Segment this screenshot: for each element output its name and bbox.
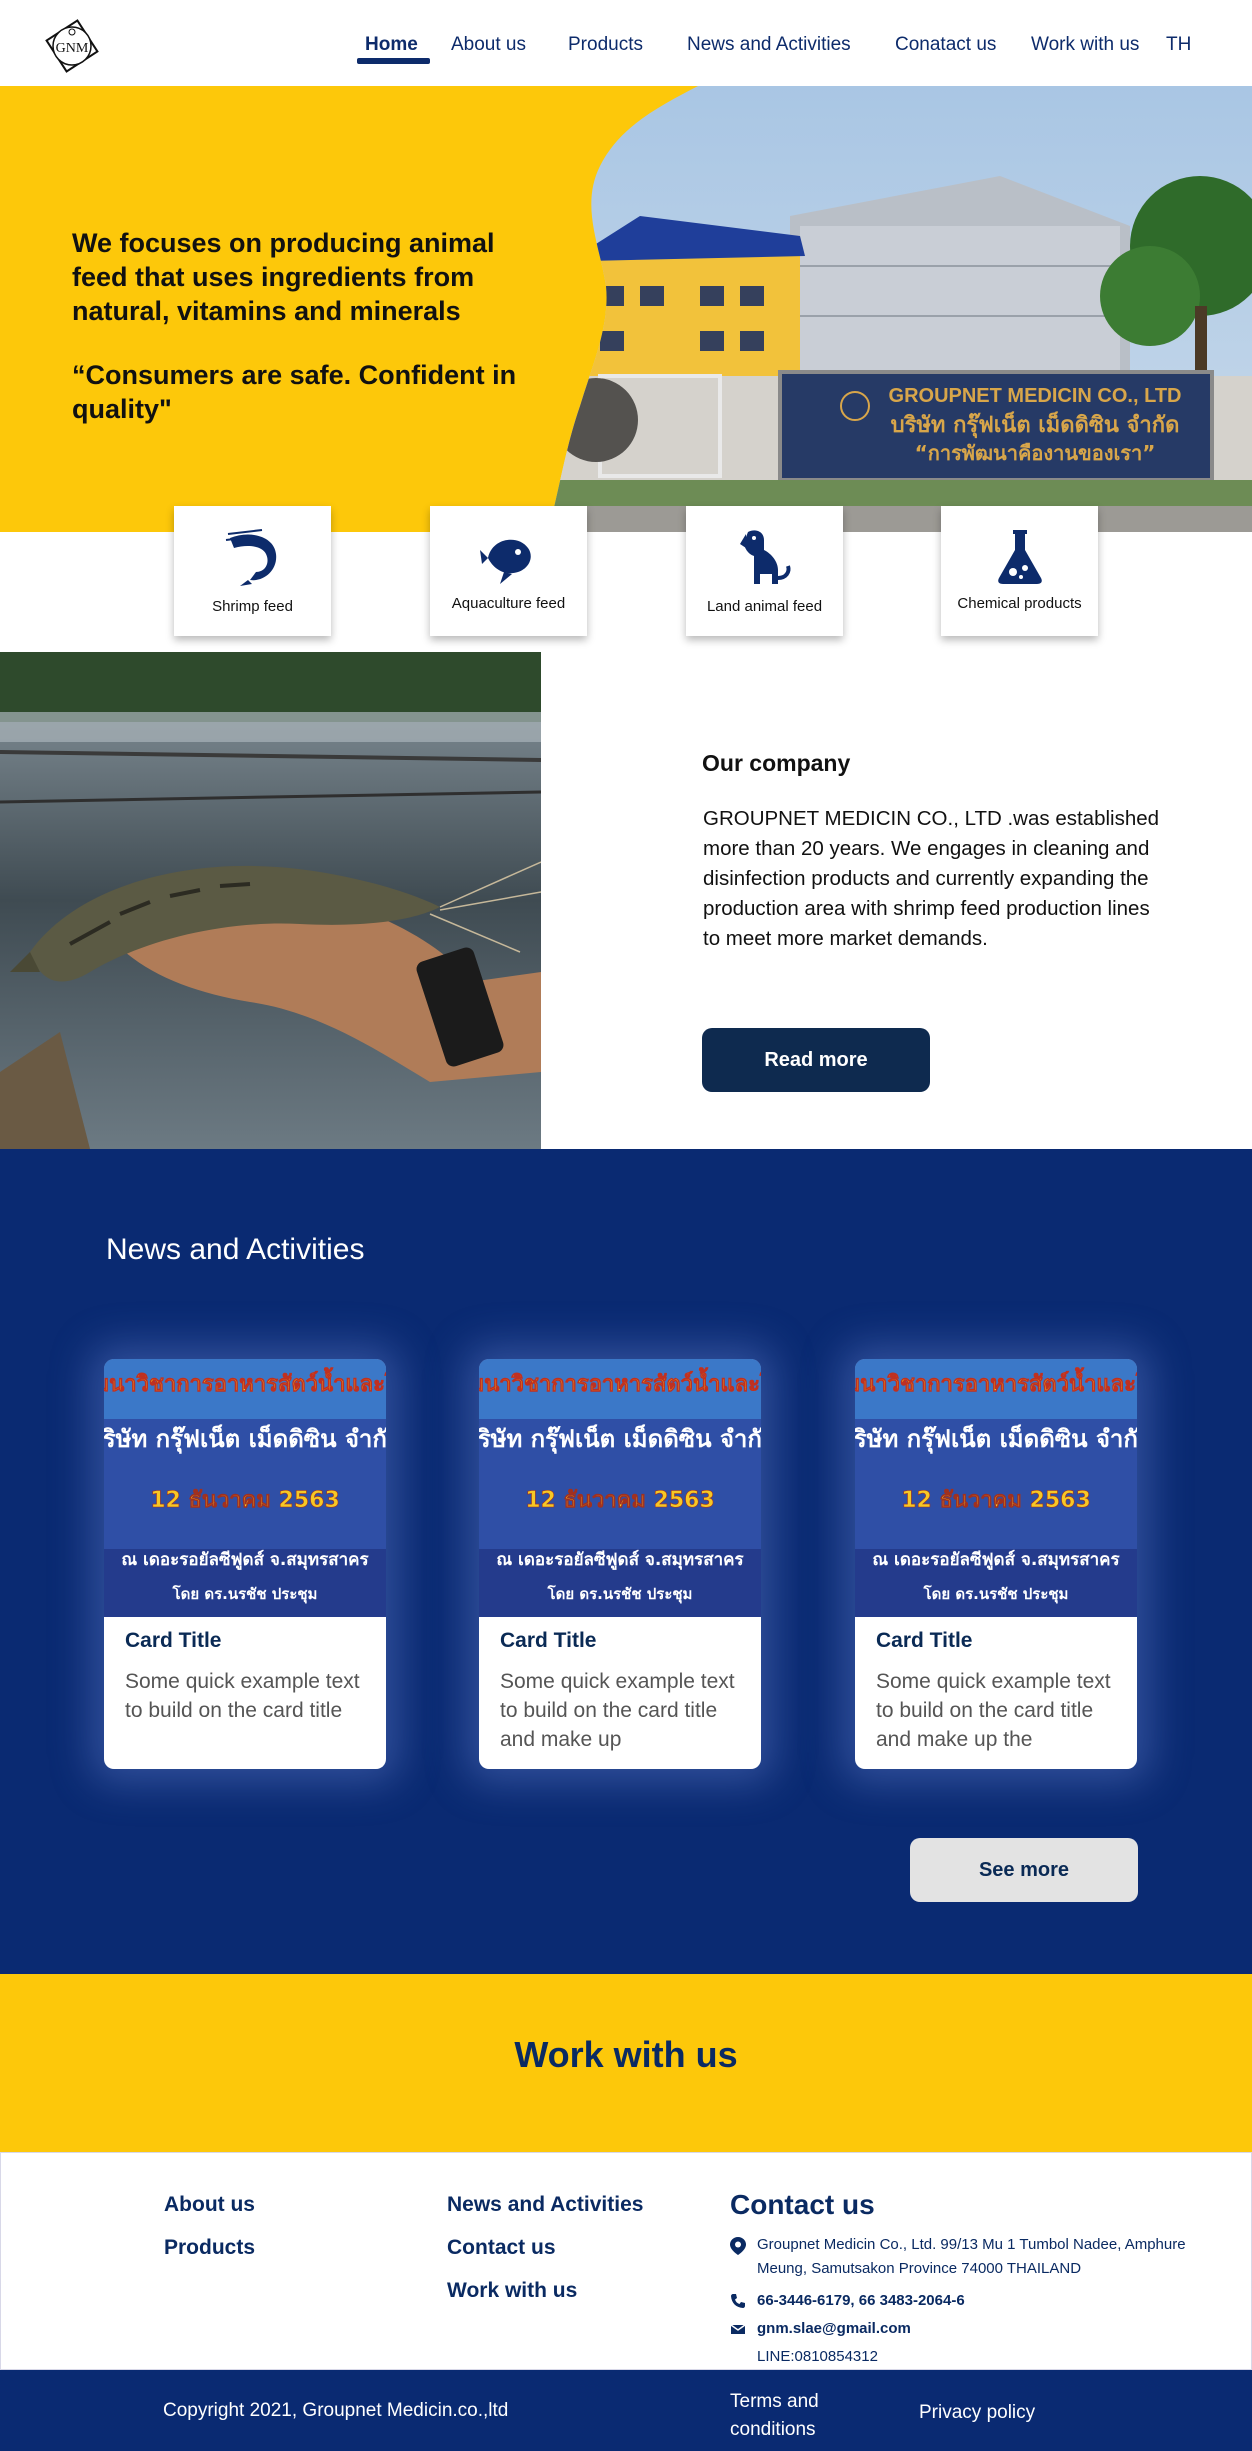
category-card-shrimp-feed[interactable]: Shrimp feed xyxy=(174,506,331,636)
line-id[interactable]: LINE:0810854312 xyxy=(757,2345,878,2369)
news-card[interactable]: สัมมนาวิชาการอาหารสัตว์น้ำและโรค บริษัท … xyxy=(855,1359,1137,1769)
news-title: News and Activities xyxy=(106,1233,365,1266)
location-pin-icon xyxy=(730,2237,746,2255)
banner-line-2: บริษัท กรุ๊ฟเน็ต เม็ดดิซิน จำกัด xyxy=(855,1424,1137,1455)
contact-email: gnm.slae@gmail.com xyxy=(730,2317,1230,2341)
banner-line-1: สัมมนาวิชาการอาหารสัตว์น้ำและโรค xyxy=(104,1367,386,1397)
card-text: Some quick example text to build on the … xyxy=(876,1670,1111,1751)
mail-icon xyxy=(730,2321,746,2337)
contact-title: Contact us xyxy=(730,2189,875,2220)
copyright-text: Copyright 2021, Groupnet Medicin.co.,ltd xyxy=(163,2400,509,2421)
news-card-image: สัมมนาวิชาการอาหารสัตว์น้ำและโรค บริษัท … xyxy=(104,1359,386,1617)
hero-quote: “Consumers are safe. Confident in qualit… xyxy=(72,360,517,424)
shrimp-hand-photo xyxy=(0,652,541,1149)
banner-line-4: ณ เดอะรอยัลซีฟูดส์ จ.สมุทรสาคร xyxy=(496,1549,744,1571)
dog-icon xyxy=(734,526,796,588)
banner-line-5: โดย ดร.นรชัช ประชุม xyxy=(923,1584,1069,1604)
contact-phone: 66-3446-6179, 66 3483-2064-6 xyxy=(730,2289,1230,2313)
read-more-button[interactable]: Read more xyxy=(702,1028,930,1092)
card-title: Card Title xyxy=(500,1629,597,1652)
privacy-policy-link[interactable]: Privacy policy xyxy=(919,2402,1035,2424)
contact-line: LINE:0810854312 xyxy=(730,2345,1230,2369)
nav-contact-us[interactable]: Conatact us xyxy=(895,34,996,56)
category-card-land-animal-feed[interactable]: Land animal feed xyxy=(686,506,843,636)
banner-line-5: โดย ดร.นรชัช ประชุม xyxy=(547,1584,693,1604)
banner-line-2: บริษัท กรุ๊ฟเน็ต เม็ดดิซิน จำกัด xyxy=(479,1424,761,1455)
news-card[interactable]: สัมมนาวิชาการอาหารสัตว์น้ำและโรค บริษัท … xyxy=(104,1359,386,1769)
site-header: GNM Home About us Products News and Acti… xyxy=(0,0,1252,86)
work-with-us-banner[interactable]: Work with us xyxy=(0,1974,1252,2152)
banner-line-5: โดย ดร.นรชัช ประชุม xyxy=(172,1584,318,1604)
nav-home[interactable]: Home xyxy=(365,34,418,56)
main-nav: Home About us Products News and Activiti… xyxy=(0,30,1252,70)
footer-link-about-us[interactable]: About us xyxy=(164,2193,255,2217)
card-text: Some quick example text to build on the … xyxy=(500,1670,735,1751)
terms-link[interactable]: Terms and conditions xyxy=(730,2388,880,2444)
banner-line-4: ณ เดอะรอยัลซีฟูดส์ จ.สมุทรสาคร xyxy=(872,1549,1120,1571)
nav-products[interactable]: Products xyxy=(568,34,643,56)
sign-line-2: บริษัท กรุ๊ฟเน็ต เม็ดดิซิน จำกัด xyxy=(891,410,1180,439)
email-address[interactable]: gnm.slae@gmail.com xyxy=(757,2317,911,2341)
card-title: Card Title xyxy=(125,1629,222,1652)
sign-line-1: GROUPNET MEDICIN CO., LTD xyxy=(889,385,1182,407)
banner-line-1: สัมมนาวิชาการอาหารสัตว์น้ำและโรค xyxy=(855,1367,1137,1397)
work-with-us-title[interactable]: Work with us xyxy=(0,2034,1252,2076)
category-label: Chemical products xyxy=(957,595,1082,612)
shrimp-icon xyxy=(222,526,284,588)
card-title: Card Title xyxy=(876,1629,973,1652)
category-label: Aquaculture feed xyxy=(451,595,566,612)
see-more-button[interactable]: See more xyxy=(910,1838,1138,1902)
hero-headline: We focuses on producing animal feed that… xyxy=(72,228,495,326)
nav-active-indicator xyxy=(357,58,430,64)
news-card-image: สัมมนาวิชาการอาหารสัตว์น้ำและโรค บริษัท … xyxy=(855,1359,1137,1617)
hero-banner: GROUPNET MEDICIN CO., LTD บริษัท กรุ๊ฟเน… xyxy=(0,86,1252,532)
footer-links: About us Products News and Activities Co… xyxy=(0,2152,1252,2370)
flask-icon xyxy=(989,526,1051,588)
contact-address: Groupnet Medicin Co., Ltd. 99/13 Mu 1 Tu… xyxy=(730,2233,1230,2281)
category-card-chemical-products[interactable]: Chemical products xyxy=(941,506,1098,636)
company-title: Our company xyxy=(702,750,851,776)
banner-line-3: 12 ธันวาคม 2563 xyxy=(901,1488,1091,1513)
nav-work-with-us[interactable]: Work with us xyxy=(1031,34,1139,56)
footer-link-products[interactable]: Products xyxy=(164,2236,255,2260)
banner-line-3: 12 ธันวาคม 2563 xyxy=(150,1488,340,1513)
category-label: Shrimp feed xyxy=(212,598,293,615)
category-label: Land animal feed xyxy=(706,598,823,615)
banner-line-4: ณ เดอะรอยัลซีฟูดส์ จ.สมุทรสาคร xyxy=(121,1549,369,1571)
banner-line-3: 12 ธันวาคม 2563 xyxy=(525,1488,715,1513)
phone-number[interactable]: 66-3446-6179, 66 3483-2064-6 xyxy=(757,2289,965,2313)
address-line-1: Groupnet Medicin Co., Ltd. 99/13 Mu 1 Tu… xyxy=(757,2236,1186,2253)
banner-line-2: บริษัท กรุ๊ฟเน็ต เม็ดดิซิน จำกัด xyxy=(104,1424,386,1455)
card-text: Some quick example text to build on the … xyxy=(125,1670,360,1722)
news-section: News and Activities สัมมนาวิชาการอาหารสั… xyxy=(0,1149,1252,1974)
footer-link-contact-us[interactable]: Contact us xyxy=(447,2236,556,2260)
news-card[interactable]: สัมมนาวิชาการอาหารสัตว์น้ำและโรค บริษัท … xyxy=(479,1359,761,1769)
fish-icon xyxy=(478,526,540,588)
banner-line-1: สัมมนาวิชาการอาหารสัตว์น้ำและโรค xyxy=(479,1367,761,1397)
footer-link-news-and-activities[interactable]: News and Activities xyxy=(447,2193,643,2217)
category-card-aquaculture-feed[interactable]: Aquaculture feed xyxy=(430,506,587,636)
nav-about-us[interactable]: About us xyxy=(451,34,526,56)
address-line-2: Meung, Samutsakon Province 74000 THAILAN… xyxy=(757,2260,1082,2277)
company-description: GROUPNET MEDICIN CO., LTD .was establish… xyxy=(703,807,1160,950)
phone-icon xyxy=(730,2293,746,2309)
nav-language-toggle[interactable]: TH xyxy=(1166,34,1191,56)
copyright-bar: Copyright 2021, Groupnet Medicin.co.,ltd… xyxy=(0,2370,1252,2451)
nav-news-and-activities[interactable]: News and Activities xyxy=(687,34,851,56)
news-card-image: สัมมนาวิชาการอาหารสัตว์น้ำและโรค บริษัท … xyxy=(479,1359,761,1617)
sign-line-3: “การพัฒนาคืองานของเรา” xyxy=(915,441,1156,465)
footer-link-work-with-us[interactable]: Work with us xyxy=(447,2279,577,2303)
